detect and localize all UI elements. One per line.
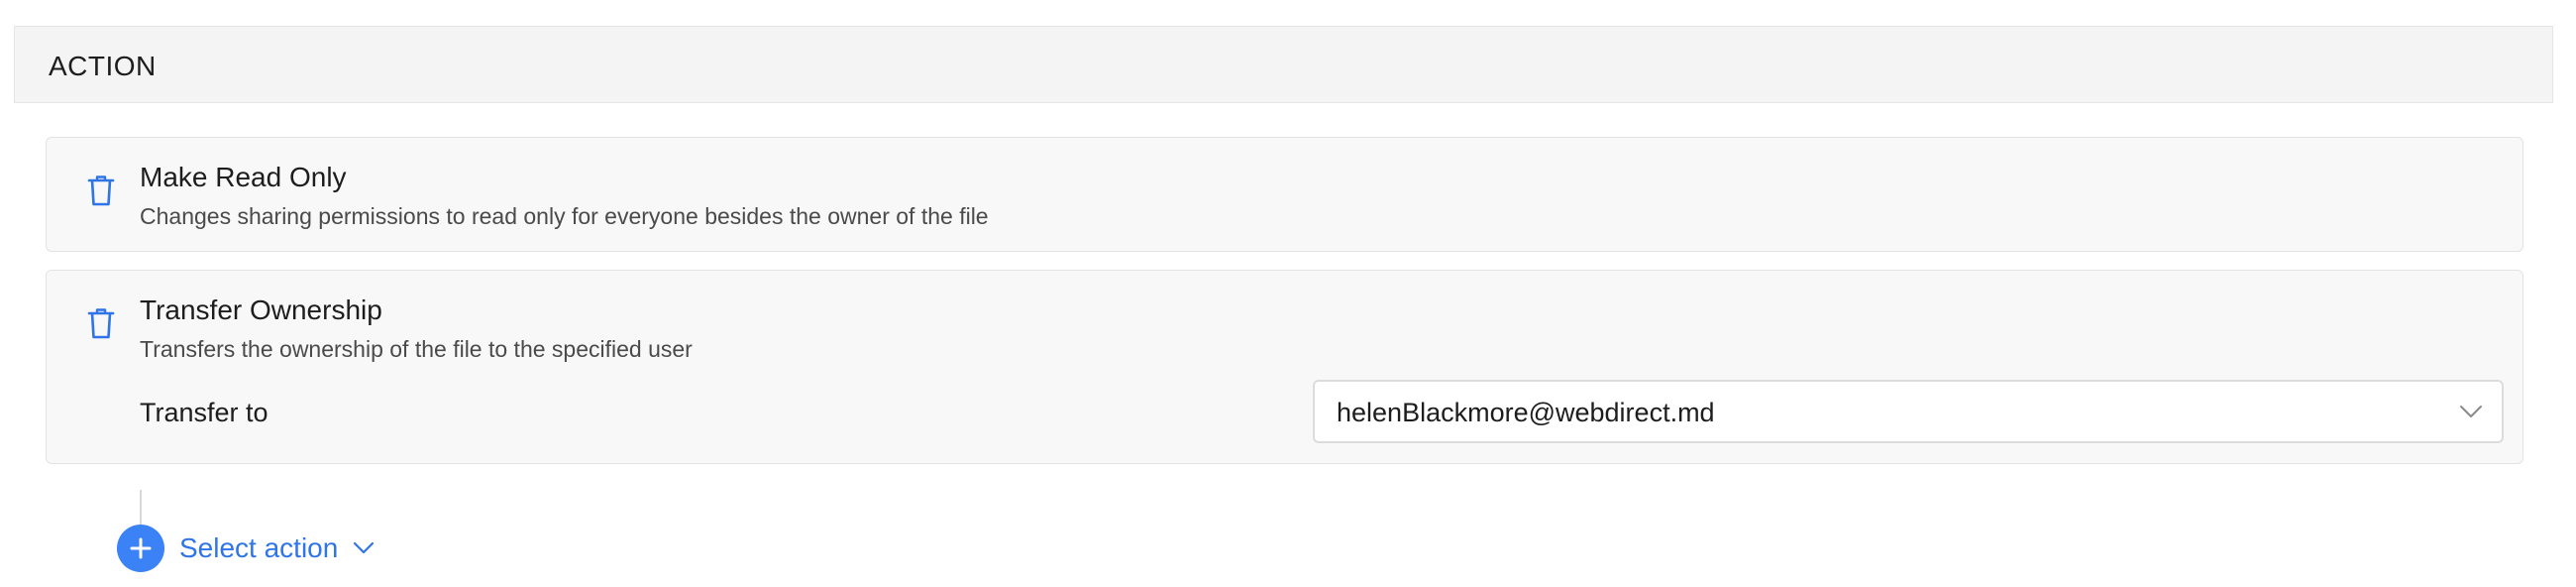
transfer-to-select[interactable]: helenBlackmore@webdirect.md	[1313, 380, 2504, 443]
select-action-label[interactable]: Select action	[179, 532, 338, 564]
chevron-down-icon	[2458, 402, 2484, 421]
section-header: ACTION	[14, 26, 2553, 103]
plus-icon[interactable]	[117, 525, 164, 572]
chevron-down-icon[interactable]	[352, 539, 376, 557]
trash-icon[interactable]	[86, 306, 116, 340]
select-action-button[interactable]: Select action	[117, 524, 376, 573]
action-description: Changes sharing permissions to read only…	[140, 203, 989, 229]
action-description: Transfers the ownership of the file to t…	[140, 336, 693, 362]
action-title: Transfer Ownership	[140, 294, 382, 325]
action-card-make-read-only: Make Read Only Changes sharing permissio…	[46, 137, 2523, 252]
trash-icon[interactable]	[86, 174, 116, 207]
section-title: ACTION	[49, 51, 157, 81]
action-title: Make Read Only	[140, 162, 347, 192]
transfer-to-value: helenBlackmore@webdirect.md	[1337, 398, 1715, 427]
action-section: ACTION Make Read Only Changes sharing pe…	[14, 26, 2555, 581]
action-card-transfer-ownership: Transfer Ownership Transfers the ownersh…	[46, 270, 2523, 464]
transfer-to-label: Transfer to	[140, 398, 268, 427]
